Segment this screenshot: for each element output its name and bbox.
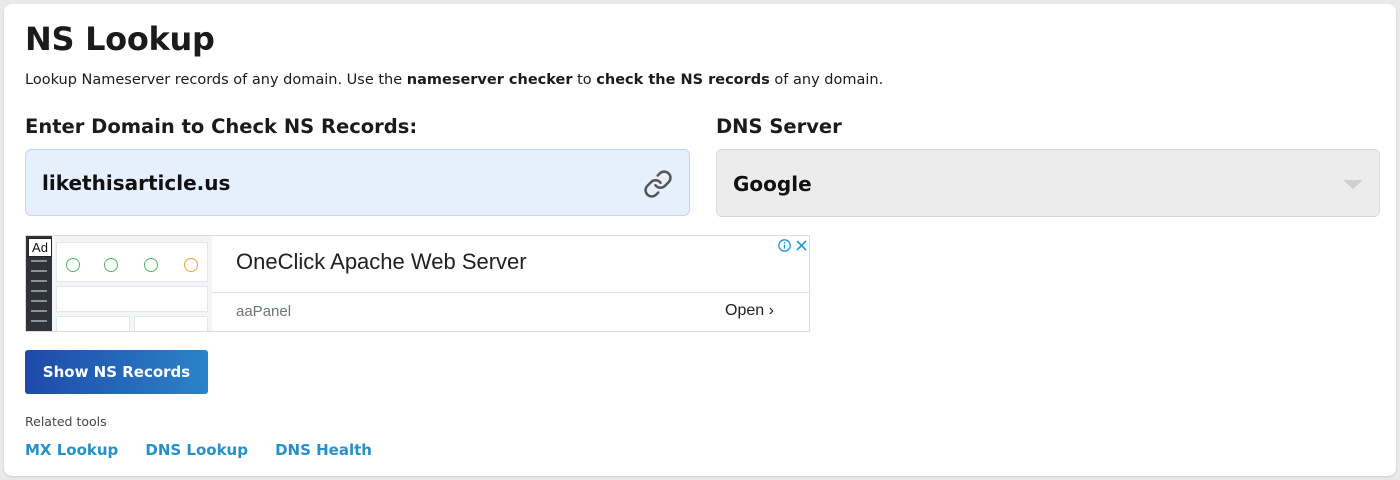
description-text-1: Lookup Nameserver records of any domain.… [25, 72, 407, 88]
dns-server-select[interactable]: Google [716, 149, 1380, 217]
description-bold-2: check the NS records [596, 72, 770, 88]
ad-divider [212, 292, 809, 293]
description-text-3: of any domain. [769, 72, 884, 88]
ad-thumbnail-panel [56, 316, 130, 331]
description-text-2: to [572, 72, 597, 88]
ad-headline[interactable]: OneClick Apache Web Server [236, 249, 527, 275]
close-icon[interactable] [795, 239, 808, 252]
link-icon [644, 170, 672, 198]
ad-thumbnail-gauge [104, 258, 118, 272]
info-icon[interactable] [778, 239, 791, 252]
domain-input-value[interactable]: likethisarticle.us [42, 171, 230, 195]
show-ns-records-button[interactable]: Show NS Records [25, 350, 208, 394]
chevron-down-icon[interactable] [1343, 180, 1363, 189]
page-title: NS Lookup [25, 20, 215, 58]
ad-badge: Ad [28, 238, 52, 257]
ad-thumbnail-gauge [66, 258, 80, 272]
ad-thumbnail-gauge [184, 258, 198, 272]
domain-input[interactable]: likethisarticle.us [25, 149, 690, 216]
ad-open-button[interactable]: Open › [725, 302, 774, 320]
ad-thumbnail-image[interactable] [26, 236, 212, 331]
related-tools-links: MX Lookup DNS Lookup DNS Health [25, 440, 394, 459]
ad-thumbnail-gauge [144, 258, 158, 272]
dns-server-label: DNS Server [716, 115, 842, 138]
related-link-dns-lookup[interactable]: DNS Lookup [145, 441, 248, 459]
ad-thumbnail-panel [134, 316, 208, 331]
ad-thumbnail-panel [56, 286, 208, 312]
ad-advertiser[interactable]: aaPanel [236, 303, 291, 320]
related-link-dns-health[interactable]: DNS Health [275, 441, 372, 459]
related-link-mx-lookup[interactable]: MX Lookup [25, 441, 118, 459]
ns-lookup-card: NS Lookup Lookup Nameserver records of a… [4, 4, 1396, 476]
page-description: Lookup Nameserver records of any domain.… [25, 72, 883, 88]
dns-server-selected-value[interactable]: Google [733, 172, 812, 196]
domain-field-label: Enter Domain to Check NS Records: [25, 115, 418, 138]
description-bold-1: nameserver checker [406, 72, 573, 88]
ad-banner[interactable]: Ad OneClick Apache Web Server aaPanel Op… [25, 235, 810, 332]
related-tools-label: Related tools [25, 414, 107, 429]
